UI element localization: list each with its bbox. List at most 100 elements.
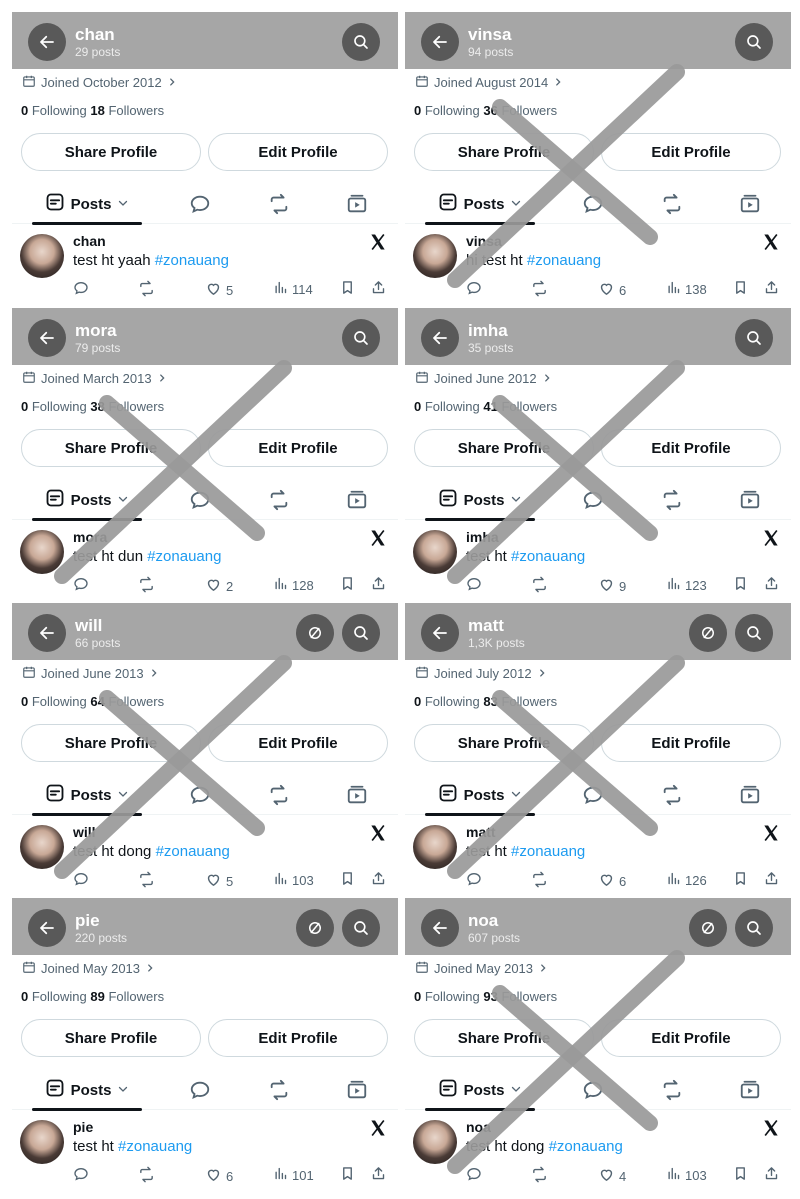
share-profile-button[interactable]: Share Profile — [414, 429, 594, 467]
tweet-author[interactable]: vinsa — [466, 233, 502, 249]
repost-icon[interactable] — [138, 871, 155, 888]
edit-profile-button[interactable]: Edit Profile — [601, 133, 781, 171]
tab-media-icon[interactable] — [738, 488, 762, 512]
chevron-right-icon[interactable] — [145, 961, 155, 976]
tab-media-icon[interactable] — [738, 192, 762, 216]
tab-posts[interactable]: Posts — [32, 1070, 142, 1111]
share-profile-button[interactable]: Share Profile — [21, 133, 201, 171]
tab-posts[interactable]: Posts — [32, 184, 142, 225]
tweet-author[interactable]: noa — [466, 1119, 491, 1135]
edit-profile-button[interactable]: Edit Profile — [601, 724, 781, 762]
back-arrow-icon[interactable] — [28, 909, 66, 947]
avatar[interactable] — [413, 234, 457, 278]
followers-count[interactable]: 93 — [483, 989, 497, 1004]
tab-media-icon[interactable] — [345, 783, 369, 807]
search-icon[interactable] — [735, 23, 773, 61]
followers-count[interactable]: 36 — [483, 103, 497, 118]
tab-media-icon[interactable] — [345, 192, 369, 216]
tab-posts[interactable]: Posts — [32, 480, 142, 521]
hashtag-link[interactable]: #zonauang — [156, 843, 230, 860]
tweet[interactable]: mora test ht dun #zonauang 2 128 — [12, 522, 398, 603]
repost-icon[interactable] — [531, 871, 548, 888]
share-profile-button[interactable]: Share Profile — [21, 724, 201, 762]
share-icon[interactable] — [371, 871, 386, 886]
tab-media-icon[interactable] — [738, 783, 762, 807]
bookmark-icon[interactable] — [733, 576, 748, 591]
tweet[interactable]: chan test ht yaah #zonauang 5 114 — [12, 226, 398, 307]
tab-posts[interactable]: Posts — [32, 775, 142, 816]
bookmark-icon[interactable] — [733, 280, 748, 295]
tab-media-icon[interactable] — [345, 488, 369, 512]
search-icon[interactable] — [342, 23, 380, 61]
avatar[interactable] — [413, 1120, 457, 1164]
reply-icon[interactable] — [466, 576, 482, 592]
share-icon[interactable] — [764, 280, 779, 295]
repost-icon[interactable] — [138, 1166, 155, 1183]
followers-label[interactable]: Followers — [105, 103, 164, 118]
hashtag-link[interactable]: #zonauang — [155, 252, 229, 269]
slash-circle-icon[interactable] — [296, 909, 334, 947]
like-button[interactable]: 2 — [205, 576, 233, 596]
views-button[interactable]: 103 — [273, 871, 314, 889]
chevron-right-icon[interactable] — [537, 666, 547, 681]
tab-posts[interactable]: Posts — [425, 775, 535, 816]
followers-count[interactable]: 89 — [90, 989, 104, 1004]
followers-label[interactable]: Followers — [498, 103, 557, 118]
back-arrow-icon[interactable] — [421, 23, 459, 61]
tab-reposts-icon[interactable] — [267, 1078, 291, 1102]
followers-label[interactable]: Followers — [498, 989, 557, 1004]
share-icon[interactable] — [764, 1166, 779, 1181]
chevron-right-icon[interactable] — [157, 371, 167, 386]
tab-posts[interactable]: Posts — [425, 480, 535, 521]
back-arrow-icon[interactable] — [28, 614, 66, 652]
followers-count[interactable]: 18 — [90, 103, 104, 118]
followers-count[interactable]: 41 — [483, 399, 497, 414]
back-arrow-icon[interactable] — [421, 614, 459, 652]
tweet[interactable]: will test ht dong #zonauang 5 103 — [12, 817, 398, 898]
search-icon[interactable] — [342, 319, 380, 357]
tab-posts[interactable]: Posts — [425, 184, 535, 225]
views-button[interactable]: 138 — [666, 280, 707, 298]
hashtag-link[interactable]: #zonauang — [147, 548, 221, 565]
hashtag-link[interactable]: #zonauang — [527, 252, 601, 269]
edit-profile-button[interactable]: Edit Profile — [208, 1019, 388, 1057]
bookmark-icon[interactable] — [340, 1166, 355, 1181]
avatar[interactable] — [20, 234, 64, 278]
following-label[interactable]: Following — [421, 103, 483, 118]
views-button[interactable]: 126 — [666, 871, 707, 889]
followers-label[interactable]: Followers — [105, 989, 164, 1004]
tab-reposts-icon[interactable] — [267, 783, 291, 807]
reply-icon[interactable] — [73, 871, 89, 887]
like-button[interactable]: 9 — [598, 576, 626, 596]
tab-reposts-icon[interactable] — [660, 1078, 684, 1102]
edit-profile-button[interactable]: Edit Profile — [208, 429, 388, 467]
chevron-right-icon[interactable] — [538, 961, 548, 976]
share-icon[interactable] — [764, 871, 779, 886]
tab-replies-icon[interactable] — [581, 488, 605, 512]
like-button[interactable]: 5 — [205, 280, 233, 300]
slash-circle-icon[interactable] — [296, 614, 334, 652]
like-button[interactable]: 5 — [205, 871, 233, 891]
bookmark-icon[interactable] — [733, 871, 748, 886]
reply-icon[interactable] — [73, 1166, 89, 1182]
tab-reposts-icon[interactable] — [660, 488, 684, 512]
back-arrow-icon[interactable] — [421, 909, 459, 947]
tab-replies-icon[interactable] — [581, 192, 605, 216]
avatar[interactable] — [20, 1120, 64, 1164]
tab-media-icon[interactable] — [345, 1078, 369, 1102]
repost-icon[interactable] — [138, 280, 155, 297]
slash-circle-icon[interactable] — [689, 614, 727, 652]
chevron-right-icon[interactable] — [542, 371, 552, 386]
tweet-author[interactable]: will — [73, 824, 96, 840]
tweet-author[interactable]: mora — [73, 529, 107, 545]
views-button[interactable]: 101 — [273, 1166, 314, 1184]
bookmark-icon[interactable] — [340, 280, 355, 295]
tweet[interactable]: pie test ht #zonauang 6 101 — [12, 1112, 398, 1193]
avatar[interactable] — [20, 825, 64, 869]
share-icon[interactable] — [371, 576, 386, 591]
avatar[interactable] — [413, 825, 457, 869]
tweet-author[interactable]: pie — [73, 1119, 93, 1135]
tab-replies-icon[interactable] — [188, 783, 212, 807]
followers-count[interactable]: 83 — [483, 694, 497, 709]
reply-icon[interactable] — [466, 280, 482, 296]
